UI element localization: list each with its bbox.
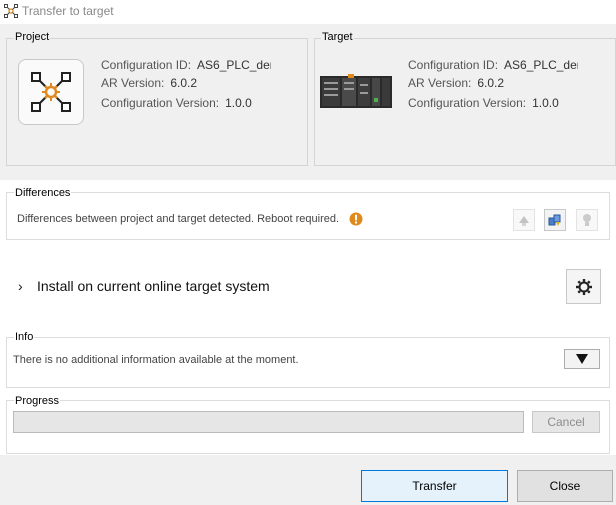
target-config-version-value: 1.0.0 xyxy=(532,96,559,110)
project-ar-version: AR Version: 6.0.2 xyxy=(101,76,197,90)
close-button[interactable]: Close xyxy=(517,470,613,502)
info-message: There is no additional information avail… xyxy=(13,354,299,366)
info-expand-button[interactable] xyxy=(564,349,600,369)
install-label[interactable]: Install on current online target system xyxy=(37,278,270,294)
app-icon xyxy=(4,4,18,21)
details-area: Differences Differences between project … xyxy=(0,180,616,455)
install-chevron-icon[interactable]: › xyxy=(18,278,23,294)
project-config-version-value: 1.0.0 xyxy=(225,96,252,110)
target-ar-version-label: AR Version: xyxy=(408,76,472,90)
window-title: Transfer to target xyxy=(22,4,114,18)
target-config-version-label: Configuration Version: xyxy=(408,96,527,110)
target-ar-version-value: 6.0.2 xyxy=(477,76,505,90)
info-disabled-button[interactable] xyxy=(576,209,598,231)
differences-message: Differences between project and target d… xyxy=(17,213,340,225)
differences-label: Differences xyxy=(14,187,72,199)
module-compare-button[interactable] xyxy=(544,209,566,231)
target-config-id-label: Configuration ID: xyxy=(408,58,499,72)
target-config-id-value: AS6_PLC_demo xyxy=(504,58,578,72)
target-ar-version: AR Version: 6.0.2 xyxy=(408,76,504,90)
project-config-id-value: AS6_PLC_demo xyxy=(197,58,271,72)
triangle-down-icon xyxy=(576,354,588,364)
footer: Transfer Close xyxy=(0,455,616,505)
target-config-id: Configuration ID: AS6_PLC_demo xyxy=(408,58,578,72)
project-group-label: Project xyxy=(14,31,51,43)
project-config-version: Configuration Version: 1.0.0 xyxy=(101,96,252,110)
project-ar-version-value: 6.0.2 xyxy=(170,76,198,90)
plc-hardware-icon xyxy=(320,72,392,110)
title-bar: Transfer to target xyxy=(0,0,616,24)
project-config-icon xyxy=(18,59,84,125)
project-config-version-label: Configuration Version: xyxy=(101,96,220,110)
progress-label: Progress xyxy=(14,395,61,407)
target-config-version: Configuration Version: 1.0.0 xyxy=(408,96,559,110)
cancel-button[interactable]: Cancel xyxy=(532,411,600,433)
compare-disabled-button[interactable] xyxy=(513,209,535,231)
transfer-button[interactable]: Transfer xyxy=(361,470,508,502)
project-ar-version-label: AR Version: xyxy=(101,76,165,90)
project-config-id-label: Configuration ID: xyxy=(101,58,192,72)
warning-icon xyxy=(349,212,363,226)
project-config-id: Configuration ID: AS6_PLC_demo xyxy=(101,58,271,72)
target-group-label: Target xyxy=(321,31,354,43)
install-settings-button[interactable] xyxy=(566,269,601,304)
info-label: Info xyxy=(14,331,35,343)
progress-bar xyxy=(13,411,524,433)
gear-icon xyxy=(575,278,592,295)
